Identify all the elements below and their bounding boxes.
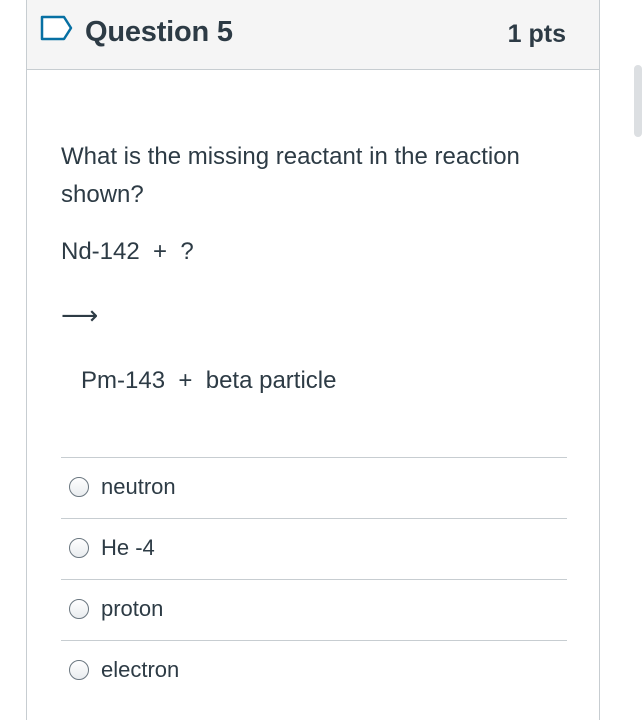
- question-title: Question 5: [85, 16, 233, 48]
- scrollbar[interactable]: [634, 65, 642, 137]
- radio-button[interactable]: [69, 477, 89, 497]
- radio-button[interactable]: [69, 538, 89, 558]
- question-header: Question 5 1 pts: [27, 0, 599, 70]
- equation-reactants: Nd-142 + ?: [61, 238, 194, 265]
- answer-option[interactable]: neutron: [61, 457, 567, 518]
- answer-list: neutron He -4 proton electron: [61, 457, 567, 701]
- radio-button[interactable]: [69, 599, 89, 619]
- radio-button[interactable]: [69, 660, 89, 680]
- answer-label[interactable]: neutron: [101, 474, 176, 500]
- answer-option[interactable]: proton: [61, 579, 567, 640]
- equation-products: Pm-143 + beta particle: [81, 367, 337, 394]
- reaction-arrow: ⟶: [61, 300, 99, 330]
- answer-label[interactable]: He -4: [101, 535, 155, 561]
- answer-label[interactable]: proton: [101, 596, 163, 622]
- question-prompt: What is the missing reactant in the reac…: [61, 143, 520, 208]
- bookmark-flag-icon[interactable]: [40, 15, 74, 41]
- question-card: Question 5 1 pts What is the missing rea…: [26, 0, 600, 720]
- answer-option[interactable]: He -4: [61, 518, 567, 579]
- answer-option[interactable]: electron: [61, 640, 567, 701]
- question-points: 1 pts: [507, 20, 566, 48]
- answer-label[interactable]: electron: [101, 657, 179, 683]
